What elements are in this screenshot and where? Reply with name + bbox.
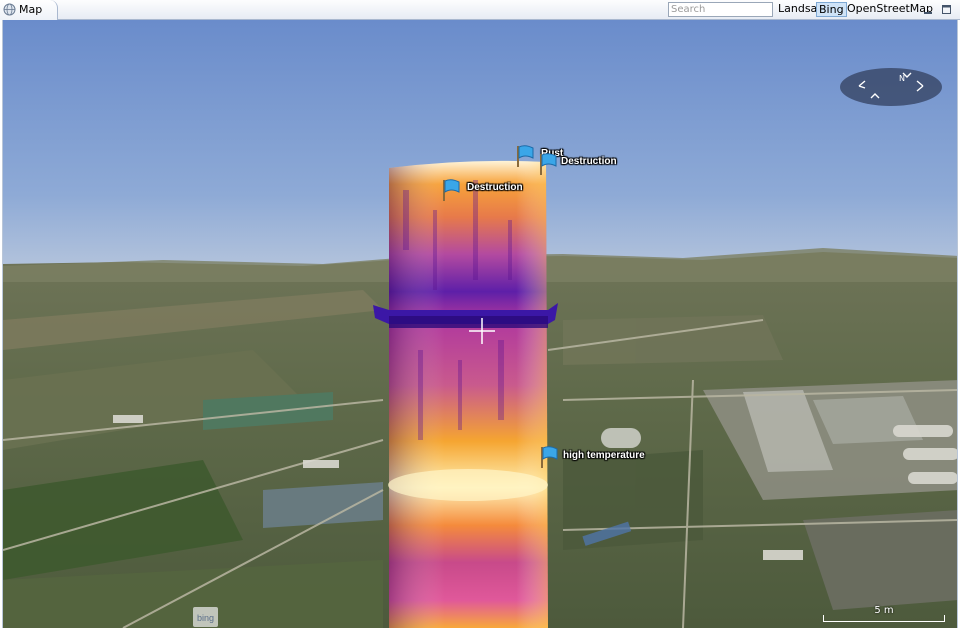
chimney-thermal-model (373, 160, 558, 628)
flag-icon[interactable] (441, 178, 461, 202)
flag-icon[interactable] (515, 144, 535, 168)
tab-map[interactable]: Map (0, 0, 58, 20)
layer-bing[interactable]: Bing (816, 2, 847, 17)
globe-icon (3, 3, 16, 16)
marker-label-destruction[interactable]: Destruction (467, 182, 523, 193)
bing-logo-text: bing (196, 613, 214, 623)
marker-label-high-temperature[interactable]: high temperature (563, 450, 645, 461)
minimize-icon[interactable] (923, 4, 934, 15)
marker-label-destruction-top[interactable]: Destruction (561, 156, 617, 167)
search-input[interactable] (668, 2, 773, 17)
bing-logo: bing (193, 607, 218, 627)
tab-label: Map (19, 3, 43, 16)
scale-bar-line (823, 615, 945, 622)
crosshair-icon (469, 318, 495, 344)
layer-openstreetmap[interactable]: OpenStreetMap (845, 2, 935, 17)
map-3d-view[interactable]: Rust Destruction Destruction high temper… (2, 20, 958, 628)
compass-control[interactable]: N (839, 67, 943, 107)
map-toolbar: Map Landsat Bing OpenStreetMap (0, 0, 960, 20)
svg-text:N: N (899, 74, 905, 83)
maximize-icon[interactable] (941, 4, 952, 15)
scale-bar: 5 m (823, 605, 945, 625)
flag-icon[interactable] (539, 445, 559, 469)
flag-icon[interactable] (538, 152, 558, 176)
